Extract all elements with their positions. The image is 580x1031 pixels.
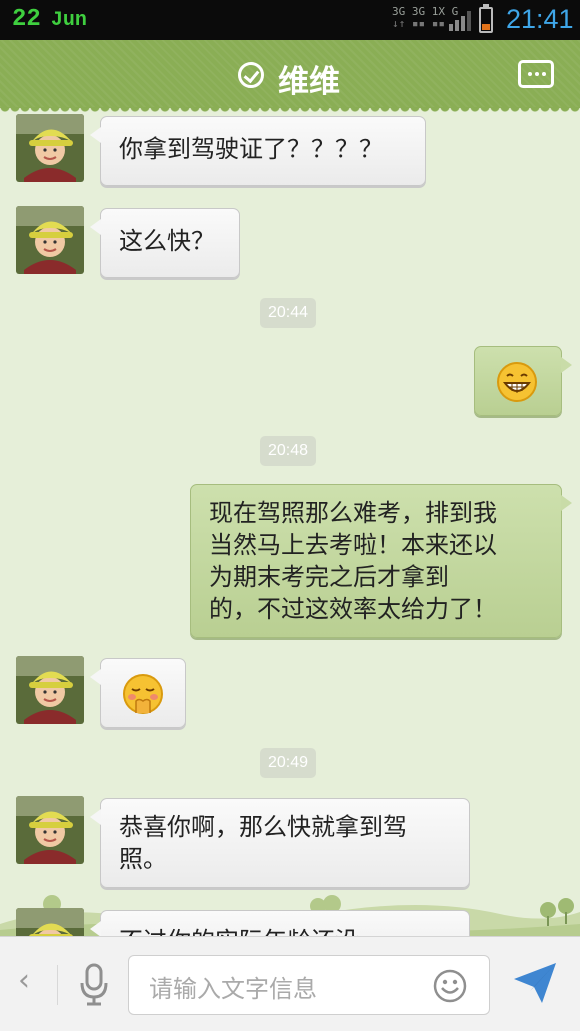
message-text: 你拿到驾驶证了？？？？ <box>119 135 383 163</box>
input-placeholder: 请输入文字信息 <box>149 975 317 1003</box>
avatar-image <box>16 114 84 182</box>
contact-avatar[interactable] <box>16 908 84 936</box>
message-input[interactable]: 请输入文字信息 <box>128 955 490 1015</box>
chat-header: 维维 <box>0 40 580 113</box>
divider <box>57 965 58 1005</box>
signal-icon <box>449 11 471 31</box>
smiley-icon[interactable] <box>433 969 467 1003</box>
avatar-image <box>16 908 84 936</box>
avatar-image <box>16 656 84 724</box>
message-bubble-incoming[interactable]: 不过你的实际年龄还没 <box>90 910 470 936</box>
message-line: 恭喜你啊，那么快就拿到驾 <box>119 813 407 841</box>
message-bubble-incoming[interactable] <box>90 658 186 728</box>
avatar-image <box>16 206 84 274</box>
message-list[interactable]: 你拿到驾驶证了？？？？ 这么快？ 20:44 20:48 现在驾照那么难考，排到… <box>0 108 580 936</box>
message-bubble-incoming[interactable]: 你拿到驾驶证了？？？？ <box>90 116 426 186</box>
grin-emoji-icon <box>497 362 537 402</box>
status-time: 21:41 <box>506 4 574 34</box>
shy-emoji-icon <box>123 674 163 714</box>
message-line: 为期末考完之后才拿到 <box>209 563 449 591</box>
message-bubble-outgoing[interactable] <box>474 346 572 416</box>
contact-avatar[interactable] <box>16 206 84 274</box>
input-bar: ‹ 请输入文字信息 <box>0 936 580 1031</box>
message-text: 不过你的实际年龄还没 <box>119 927 359 936</box>
status-bar: 22 Jun 3G 3G 1X G ↓↑ ▪▪ ▪▪ 21:41 <box>0 0 580 40</box>
microphone-icon[interactable] <box>78 963 110 1007</box>
timestamp: 20:49 <box>260 748 317 778</box>
message-bubble-outgoing[interactable]: 现在驾照那么难考，排到我 当然马上去考啦！本来还以 为期末考完之后才拿到 的，不… <box>190 484 572 638</box>
message-line: 当然马上去考啦！本来还以 <box>209 531 497 559</box>
message-bubble-incoming[interactable]: 这么快？ <box>90 208 240 278</box>
status-day: 22 <box>12 6 41 33</box>
message-text: 这么快？ <box>119 227 215 255</box>
send-icon[interactable] <box>512 961 558 1005</box>
message-bubble-incoming[interactable]: 恭喜你啊，那么快就拿到驾 照。 <box>90 798 470 888</box>
avatar-image <box>16 796 84 864</box>
timestamp: 20:44 <box>260 298 317 328</box>
back-chevron-icon[interactable]: ‹ <box>18 963 30 998</box>
message-line: 的，不过这效率太给力了！ <box>209 595 497 623</box>
contact-avatar[interactable] <box>16 114 84 182</box>
contact-avatar[interactable] <box>16 796 84 864</box>
message-line: 现在驾照那么难考，排到我 <box>209 499 497 527</box>
timestamp: 20:48 <box>260 436 317 466</box>
check-circle-icon <box>238 62 264 88</box>
status-date: 22 Jun <box>12 6 87 33</box>
more-dots-icon[interactable] <box>518 60 554 88</box>
contact-avatar[interactable] <box>16 656 84 724</box>
contact-name[interactable]: 维维 <box>278 56 340 101</box>
message-line: 照。 <box>119 845 167 873</box>
battery-icon <box>479 4 493 33</box>
status-month: Jun <box>50 9 87 32</box>
